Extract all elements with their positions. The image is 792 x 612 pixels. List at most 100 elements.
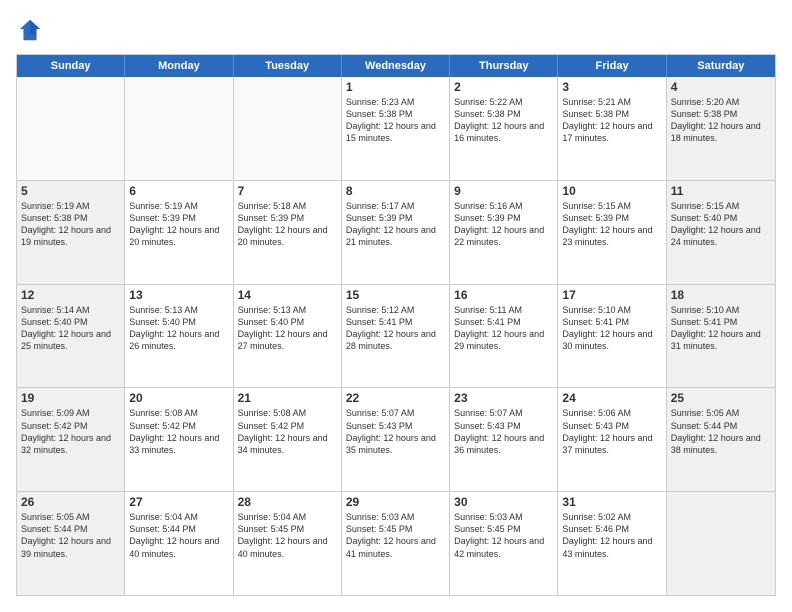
calendar-day-7: 7 Sunrise: 5:18 AM Sunset: 5:39 PM Daylig… <box>234 181 342 284</box>
day-info: Sunrise: 5:05 AM Sunset: 5:44 PM Dayligh… <box>21 511 120 560</box>
day-info: Sunrise: 5:09 AM Sunset: 5:42 PM Dayligh… <box>21 407 120 456</box>
calendar-day-23: 23 Sunrise: 5:07 AM Sunset: 5:43 PM Dayli… <box>450 388 558 491</box>
day-number: 14 <box>238 288 337 302</box>
day-number: 31 <box>562 495 661 509</box>
calendar-day-17: 17 Sunrise: 5:10 AM Sunset: 5:41 PM Dayli… <box>558 285 666 388</box>
calendar-day-27: 27 Sunrise: 5:04 AM Sunset: 5:44 PM Dayli… <box>125 492 233 595</box>
day-number: 2 <box>454 80 553 94</box>
day-number: 11 <box>671 184 771 198</box>
day-info: Sunrise: 5:14 AM Sunset: 5:40 PM Dayligh… <box>21 304 120 353</box>
day-info: Sunrise: 5:16 AM Sunset: 5:39 PM Dayligh… <box>454 200 553 249</box>
day-number: 22 <box>346 391 445 405</box>
day-info: Sunrise: 5:23 AM Sunset: 5:38 PM Dayligh… <box>346 96 445 145</box>
day-info: Sunrise: 5:07 AM Sunset: 5:43 PM Dayligh… <box>454 407 553 456</box>
day-info: Sunrise: 5:15 AM Sunset: 5:39 PM Dayligh… <box>562 200 661 249</box>
calendar-day-22: 22Sunrise: 5:07 AM Sunset: 5:43 PM Dayli… <box>342 388 450 491</box>
calendar-day-20: 20Sunrise: 5:08 AM Sunset: 5:42 PM Dayli… <box>125 388 233 491</box>
weekday-header-friday: Friday <box>558 55 666 77</box>
day-number: 19 <box>21 391 120 405</box>
day-info: Sunrise: 5:18 AM Sunset: 5:39 PM Dayligh… <box>238 200 337 249</box>
calendar-day-3: 3Sunrise: 5:21 AM Sunset: 5:38 PM Daylig… <box>558 77 666 180</box>
header <box>16 16 776 44</box>
day-number: 30 <box>454 495 553 509</box>
calendar-day-31: 31 Sunrise: 5:02 AM Sunset: 5:46 PM Dayli… <box>558 492 666 595</box>
day-number: 17 <box>562 288 661 302</box>
calendar-day-4: 4 Sunrise: 5:20 AM Sunset: 5:38 PM Daylig… <box>667 77 775 180</box>
day-info: Sunrise: 5:10 AM Sunset: 5:41 PM Dayligh… <box>671 304 771 353</box>
logo <box>16 16 48 44</box>
calendar-day-1: 1 Sunrise: 5:23 AM Sunset: 5:38 PM Daylig… <box>342 77 450 180</box>
calendar-day-9: 9 Sunrise: 5:16 AM Sunset: 5:39 PM Daylig… <box>450 181 558 284</box>
day-info: Sunrise: 5:04 AM Sunset: 5:44 PM Dayligh… <box>129 511 228 560</box>
day-number: 4 <box>671 80 771 94</box>
day-number: 6 <box>129 184 228 198</box>
day-info: Sunrise: 5:22 AM Sunset: 5:38 PM Dayligh… <box>454 96 553 145</box>
day-number: 13 <box>129 288 228 302</box>
calendar-day-8: 8Sunrise: 5:17 AM Sunset: 5:39 PM Daylig… <box>342 181 450 284</box>
day-number: 16 <box>454 288 553 302</box>
calendar-body: 1 Sunrise: 5:23 AM Sunset: 5:38 PM Daylig… <box>17 77 775 595</box>
day-number: 7 <box>238 184 337 198</box>
logo-icon <box>16 16 44 44</box>
day-info: Sunrise: 5:06 AM Sunset: 5:43 PM Dayligh… <box>562 407 661 456</box>
calendar-day-10: 10 Sunrise: 5:15 AM Sunset: 5:39 PM Dayli… <box>558 181 666 284</box>
calendar-day-5: 5 Sunrise: 5:19 AM Sunset: 5:38 PM Daylig… <box>17 181 125 284</box>
day-number: 27 <box>129 495 228 509</box>
calendar-day-14: 14Sunrise: 5:13 AM Sunset: 5:40 PM Dayli… <box>234 285 342 388</box>
day-info: Sunrise: 5:19 AM Sunset: 5:39 PM Dayligh… <box>129 200 228 249</box>
calendar-empty-cell <box>234 77 342 180</box>
calendar-empty-cell <box>125 77 233 180</box>
day-number: 5 <box>21 184 120 198</box>
day-number: 29 <box>346 495 445 509</box>
day-info: Sunrise: 5:12 AM Sunset: 5:41 PM Dayligh… <box>346 304 445 353</box>
day-info: Sunrise: 5:05 AM Sunset: 5:44 PM Dayligh… <box>671 407 771 456</box>
calendar-day-26: 26 Sunrise: 5:05 AM Sunset: 5:44 PM Dayli… <box>17 492 125 595</box>
weekday-header-thursday: Thursday <box>450 55 558 77</box>
day-number: 9 <box>454 184 553 198</box>
day-number: 1 <box>346 80 445 94</box>
calendar: SundayMondayTuesdayWednesdayThursdayFrid… <box>16 54 776 596</box>
day-number: 18 <box>671 288 771 302</box>
day-number: 10 <box>562 184 661 198</box>
day-number: 15 <box>346 288 445 302</box>
calendar-row-1: 5 Sunrise: 5:19 AM Sunset: 5:38 PM Daylig… <box>17 180 775 284</box>
day-number: 25 <box>671 391 771 405</box>
calendar-day-16: 16Sunrise: 5:11 AM Sunset: 5:41 PM Dayli… <box>450 285 558 388</box>
weekday-header-monday: Monday <box>125 55 233 77</box>
day-number: 23 <box>454 391 553 405</box>
day-info: Sunrise: 5:20 AM Sunset: 5:38 PM Dayligh… <box>671 96 771 145</box>
calendar-day-24: 24 Sunrise: 5:06 AM Sunset: 5:43 PM Dayli… <box>558 388 666 491</box>
calendar-day-30: 30Sunrise: 5:03 AM Sunset: 5:45 PM Dayli… <box>450 492 558 595</box>
day-number: 12 <box>21 288 120 302</box>
day-info: Sunrise: 5:08 AM Sunset: 5:42 PM Dayligh… <box>238 407 337 456</box>
day-number: 26 <box>21 495 120 509</box>
weekday-header-saturday: Saturday <box>667 55 775 77</box>
calendar-row-3: 19 Sunrise: 5:09 AM Sunset: 5:42 PM Dayli… <box>17 387 775 491</box>
calendar-day-21: 21 Sunrise: 5:08 AM Sunset: 5:42 PM Dayli… <box>234 388 342 491</box>
page: SundayMondayTuesdayWednesdayThursdayFrid… <box>0 0 792 612</box>
calendar-day-2: 2 Sunrise: 5:22 AM Sunset: 5:38 PM Daylig… <box>450 77 558 180</box>
calendar-day-12: 12 Sunrise: 5:14 AM Sunset: 5:40 PM Dayli… <box>17 285 125 388</box>
calendar-day-25: 25 Sunrise: 5:05 AM Sunset: 5:44 PM Dayli… <box>667 388 775 491</box>
day-info: Sunrise: 5:10 AM Sunset: 5:41 PM Dayligh… <box>562 304 661 353</box>
day-info: Sunrise: 5:15 AM Sunset: 5:40 PM Dayligh… <box>671 200 771 249</box>
calendar-day-6: 6 Sunrise: 5:19 AM Sunset: 5:39 PM Daylig… <box>125 181 233 284</box>
day-info: Sunrise: 5:19 AM Sunset: 5:38 PM Dayligh… <box>21 200 120 249</box>
day-number: 21 <box>238 391 337 405</box>
day-info: Sunrise: 5:02 AM Sunset: 5:46 PM Dayligh… <box>562 511 661 560</box>
calendar-day-13: 13 Sunrise: 5:13 AM Sunset: 5:40 PM Dayli… <box>125 285 233 388</box>
weekday-header-tuesday: Tuesday <box>234 55 342 77</box>
day-info: Sunrise: 5:13 AM Sunset: 5:40 PM Dayligh… <box>129 304 228 353</box>
calendar-day-29: 29Sunrise: 5:03 AM Sunset: 5:45 PM Dayli… <box>342 492 450 595</box>
calendar-empty-cell <box>17 77 125 180</box>
day-info: Sunrise: 5:08 AM Sunset: 5:42 PM Dayligh… <box>129 407 228 456</box>
day-info: Sunrise: 5:17 AM Sunset: 5:39 PM Dayligh… <box>346 200 445 249</box>
day-number: 3 <box>562 80 661 94</box>
calendar-row-4: 26 Sunrise: 5:05 AM Sunset: 5:44 PM Dayli… <box>17 491 775 595</box>
calendar-row-2: 12 Sunrise: 5:14 AM Sunset: 5:40 PM Dayli… <box>17 284 775 388</box>
calendar-day-15: 15 Sunrise: 5:12 AM Sunset: 5:41 PM Dayli… <box>342 285 450 388</box>
day-number: 24 <box>562 391 661 405</box>
calendar-header: SundayMondayTuesdayWednesdayThursdayFrid… <box>17 55 775 77</box>
calendar-day-28: 28Sunrise: 5:04 AM Sunset: 5:45 PM Dayli… <box>234 492 342 595</box>
calendar-day-11: 11 Sunrise: 5:15 AM Sunset: 5:40 PM Dayli… <box>667 181 775 284</box>
